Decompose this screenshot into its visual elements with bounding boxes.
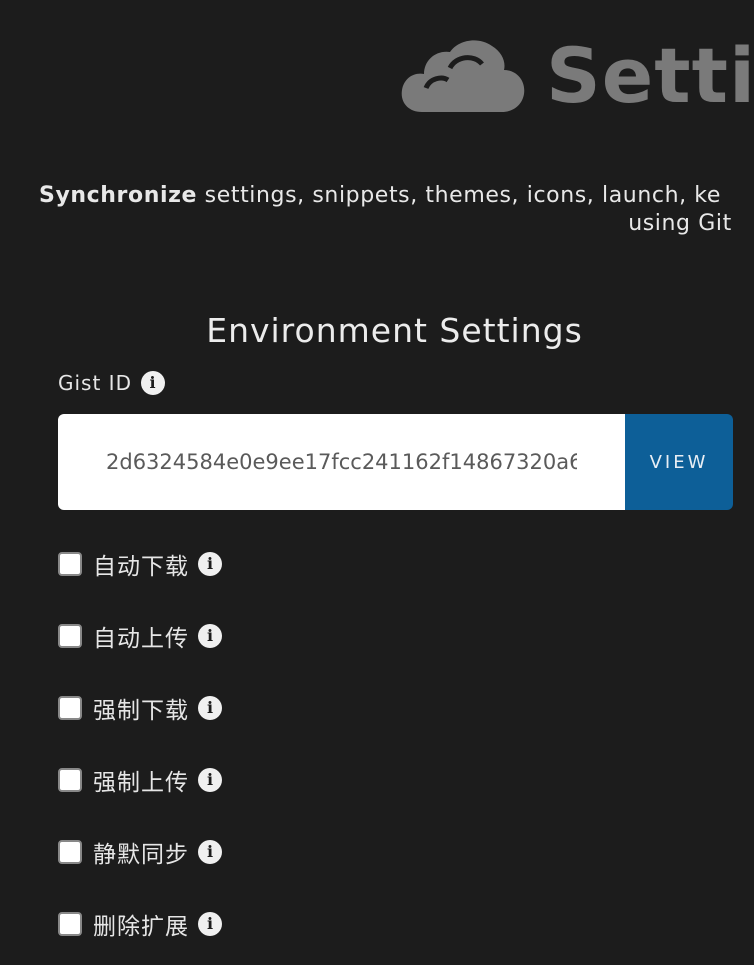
- force-upload-checkbox[interactable]: [58, 768, 82, 792]
- app-description: Synchronize settings, snippets, themes, …: [0, 182, 754, 238]
- gist-id-label: Gist ID: [58, 371, 132, 395]
- gist-id-input-group: VIEW: [58, 414, 733, 510]
- info-icon[interactable]: i: [198, 912, 222, 936]
- option-auto-upload: 自动上传 i: [58, 600, 222, 672]
- info-icon[interactable]: i: [140, 371, 165, 395]
- option-auto-download: 自动下载 i: [58, 528, 222, 600]
- option-label: 强制下载: [93, 698, 189, 724]
- info-icon[interactable]: i: [198, 840, 222, 864]
- info-icon[interactable]: i: [198, 696, 222, 720]
- option-quiet-sync: 静默同步 i: [58, 816, 222, 888]
- description-text: settings, snippets, themes, icons, launc…: [197, 183, 721, 208]
- description-bold: Synchronize: [39, 183, 198, 208]
- force-download-checkbox[interactable]: [58, 696, 82, 720]
- environment-options: 自动下载 i 自动上传 i 强制下载 i 强制上传 i 静默同步 i 删除扩展 …: [58, 528, 222, 960]
- info-icon[interactable]: i: [198, 552, 222, 576]
- section-title: Environment Settings: [206, 311, 583, 350]
- gist-id-label-row: Gist ID i: [58, 371, 165, 395]
- view-button[interactable]: VIEW: [625, 414, 733, 510]
- option-label: 删除扩展: [93, 914, 189, 940]
- auto-download-checkbox[interactable]: [58, 552, 82, 576]
- quiet-sync-checkbox[interactable]: [58, 840, 82, 864]
- info-icon[interactable]: i: [198, 768, 222, 792]
- option-force-download: 强制下载 i: [58, 672, 222, 744]
- cloud-icon: [401, 40, 525, 112]
- gist-id-input[interactable]: [58, 414, 625, 510]
- app-brand: Setti: [400, 28, 754, 124]
- option-label: 静默同步: [93, 842, 189, 868]
- option-label: 自动下载: [93, 554, 189, 580]
- description-line2: using Git: [628, 211, 732, 236]
- info-icon[interactable]: i: [198, 624, 222, 648]
- auto-upload-checkbox[interactable]: [58, 624, 82, 648]
- option-label: 自动上传: [93, 626, 189, 652]
- option-force-upload: 强制上传 i: [58, 744, 222, 816]
- option-remove-extensions: 删除扩展 i: [58, 888, 222, 960]
- option-label: 强制上传: [93, 770, 189, 796]
- app-title: Setti: [546, 31, 754, 120]
- remove-extensions-checkbox[interactable]: [58, 912, 82, 936]
- settings-page: Setti Synchronize settings, snippets, th…: [0, 0, 754, 965]
